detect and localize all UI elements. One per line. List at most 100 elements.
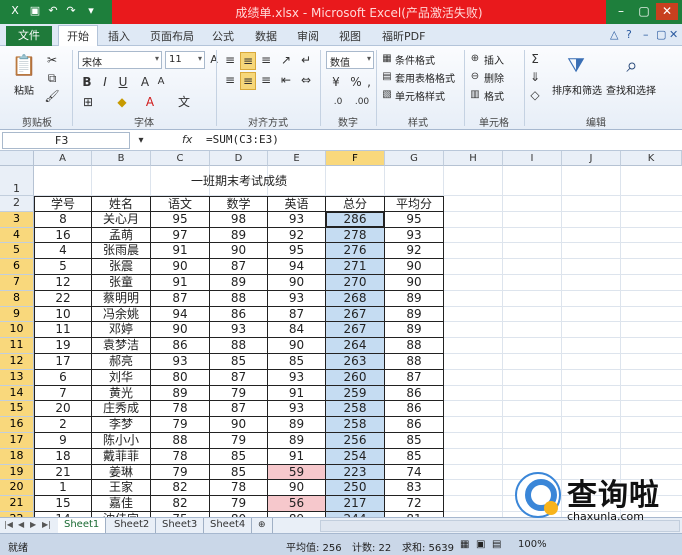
table-cell[interactable]: 93 — [268, 211, 326, 228]
table-cell[interactable]: 84 — [268, 322, 326, 339]
table-cell[interactable]: 98 — [210, 211, 268, 228]
table-cell[interactable]: 91 — [268, 385, 326, 402]
table-cell[interactable]: 85 — [385, 433, 444, 449]
decrease-indent-icon[interactable]: ⇤ — [278, 72, 294, 88]
table-cell[interactable]: 4 — [34, 243, 92, 260]
row-header-20[interactable]: 20 — [0, 480, 34, 497]
table-cell[interactable]: 9 — [34, 433, 92, 449]
row-header-10[interactable]: 10 — [0, 322, 34, 339]
table-cell[interactable]: 93 — [268, 401, 326, 418]
prev-sheet-icon[interactable]: ◀ — [18, 520, 24, 529]
format-painter-icon[interactable]: 🖌 — [44, 88, 60, 104]
sort-filter-icon[interactable]: ⧩ — [562, 52, 590, 78]
row-header-6[interactable]: 6 — [0, 259, 34, 275]
table-cell[interactable]: 86 — [151, 338, 210, 354]
table-cell[interactable]: 90 — [210, 243, 268, 260]
cell-styles-button[interactable]: 单元格样式 — [395, 88, 445, 103]
column-header-f[interactable]: F — [326, 151, 385, 166]
table-cell[interactable]: 79 — [151, 464, 210, 481]
doc-restore-icon[interactable]: ▢ — [656, 28, 666, 41]
format-cells-icon[interactable]: ▥ — [468, 87, 482, 103]
row-header-8[interactable]: 8 — [0, 290, 34, 307]
undo-icon[interactable]: ↶ — [46, 4, 60, 18]
table-cell[interactable]: 85 — [385, 448, 444, 465]
table-cell[interactable]: 89 — [268, 417, 326, 433]
table-cell[interactable]: 95 — [268, 243, 326, 260]
row-header-1[interactable]: 1 — [0, 166, 34, 196]
header-cell[interactable]: 总分 — [326, 196, 385, 212]
first-sheet-icon[interactable]: |◀ — [4, 520, 13, 529]
table-cell[interactable]: 94 — [268, 259, 326, 275]
table-cell[interactable]: 6 — [34, 369, 92, 386]
table-format-button[interactable]: 套用表格格式 — [395, 70, 455, 85]
header-cell[interactable]: 语文 — [151, 196, 210, 212]
table-cell[interactable]: 276 — [326, 243, 385, 260]
page-layout-view-icon[interactable]: ▣ — [476, 539, 485, 550]
row-header-19[interactable]: 19 — [0, 464, 34, 481]
table-cell[interactable]: 95 — [151, 211, 210, 228]
number-format-select[interactable]: 数值 ▾ — [326, 51, 374, 69]
table-cell[interactable]: 冯余姚 — [92, 306, 151, 323]
find-select-button[interactable]: 查找和选择 — [606, 82, 656, 97]
grow-font-icon[interactable]: A — [208, 52, 220, 68]
doc-minimize-icon[interactable]: – — [643, 28, 649, 41]
table-cell[interactable]: 86 — [210, 306, 268, 323]
table-cell[interactable]: 86 — [385, 417, 444, 433]
table-cell[interactable]: 86 — [385, 385, 444, 402]
table-cell[interactable]: 王家 — [92, 480, 151, 497]
table-cell[interactable]: 94 — [151, 306, 210, 323]
align-center-icon[interactable]: ≡ — [240, 72, 256, 90]
table-cell[interactable]: 20 — [34, 401, 92, 418]
table-cell[interactable]: 258 — [326, 401, 385, 418]
delete-cells-icon[interactable]: ⊖ — [468, 69, 482, 85]
row-header-11[interactable]: 11 — [0, 338, 34, 354]
grow-font-size-icon[interactable]: A — [138, 74, 152, 90]
cell-styles-icon[interactable]: ▧ — [380, 87, 394, 103]
table-cell[interactable]: 79 — [210, 433, 268, 449]
table-cell[interactable]: 88 — [385, 338, 444, 354]
table-cell[interactable]: 82 — [151, 496, 210, 512]
maximize-icon[interactable]: ▢ — [633, 3, 655, 20]
table-cell[interactable]: 93 — [210, 322, 268, 339]
table-cell[interactable]: 264 — [326, 338, 385, 354]
table-cell[interactable]: 陈小小 — [92, 433, 151, 449]
table-cell[interactable]: 89 — [210, 227, 268, 244]
underline-button[interactable]: U — [116, 74, 130, 90]
table-cell[interactable]: 15 — [34, 496, 92, 512]
shrink-font-size-icon[interactable]: A — [154, 74, 168, 90]
row-header-7[interactable]: 7 — [0, 275, 34, 291]
autosum-icon[interactable]: Σ — [528, 51, 542, 67]
table-cell[interactable]: 89 — [385, 306, 444, 323]
row-header-18[interactable]: 18 — [0, 448, 34, 465]
table-cell[interactable]: 91 — [151, 275, 210, 291]
table-cell[interactable]: 256 — [326, 433, 385, 449]
tab-insert[interactable]: 插入 — [108, 28, 130, 44]
table-cell[interactable]: 89 — [151, 385, 210, 402]
table-cell[interactable]: 2 — [34, 417, 92, 433]
column-header-j[interactable]: J — [562, 151, 621, 166]
save-icon[interactable]: ▣ — [28, 4, 42, 18]
table-cell[interactable]: 270 — [326, 275, 385, 291]
phonetic-icon[interactable]: 文 — [176, 94, 192, 110]
table-cell[interactable]: 91 — [268, 448, 326, 465]
format-cells-button[interactable]: 格式 — [484, 88, 504, 103]
table-cell[interactable]: 89 — [385, 290, 444, 307]
page-break-view-icon[interactable]: ▤ — [492, 539, 501, 550]
table-cell[interactable]: 83 — [385, 480, 444, 497]
help-icon[interactable]: ? — [626, 28, 632, 41]
table-cell[interactable]: 90 — [210, 417, 268, 433]
insert-cells-button[interactable]: 插入 — [484, 52, 504, 67]
row-header-2[interactable]: 2 — [0, 196, 34, 212]
table-cell[interactable]: 嘉佳 — [92, 496, 151, 512]
table-cell[interactable]: 88 — [210, 338, 268, 354]
table-cell[interactable]: 271 — [326, 259, 385, 275]
doc-close-icon[interactable]: ✕ — [669, 28, 678, 41]
table-cell[interactable]: 11 — [34, 322, 92, 339]
sheet-tab-3[interactable]: Sheet3 — [156, 518, 205, 533]
row-header-5[interactable]: 5 — [0, 243, 34, 260]
tab-foxit-pdf[interactable]: 福昕PDF — [382, 28, 425, 44]
tab-page-layout[interactable]: 页面布局 — [150, 28, 194, 44]
table-cell[interactable]: 张雨晨 — [92, 243, 151, 260]
table-cell[interactable]: 268 — [326, 290, 385, 307]
conditional-format-icon[interactable]: ▦ — [380, 51, 394, 67]
